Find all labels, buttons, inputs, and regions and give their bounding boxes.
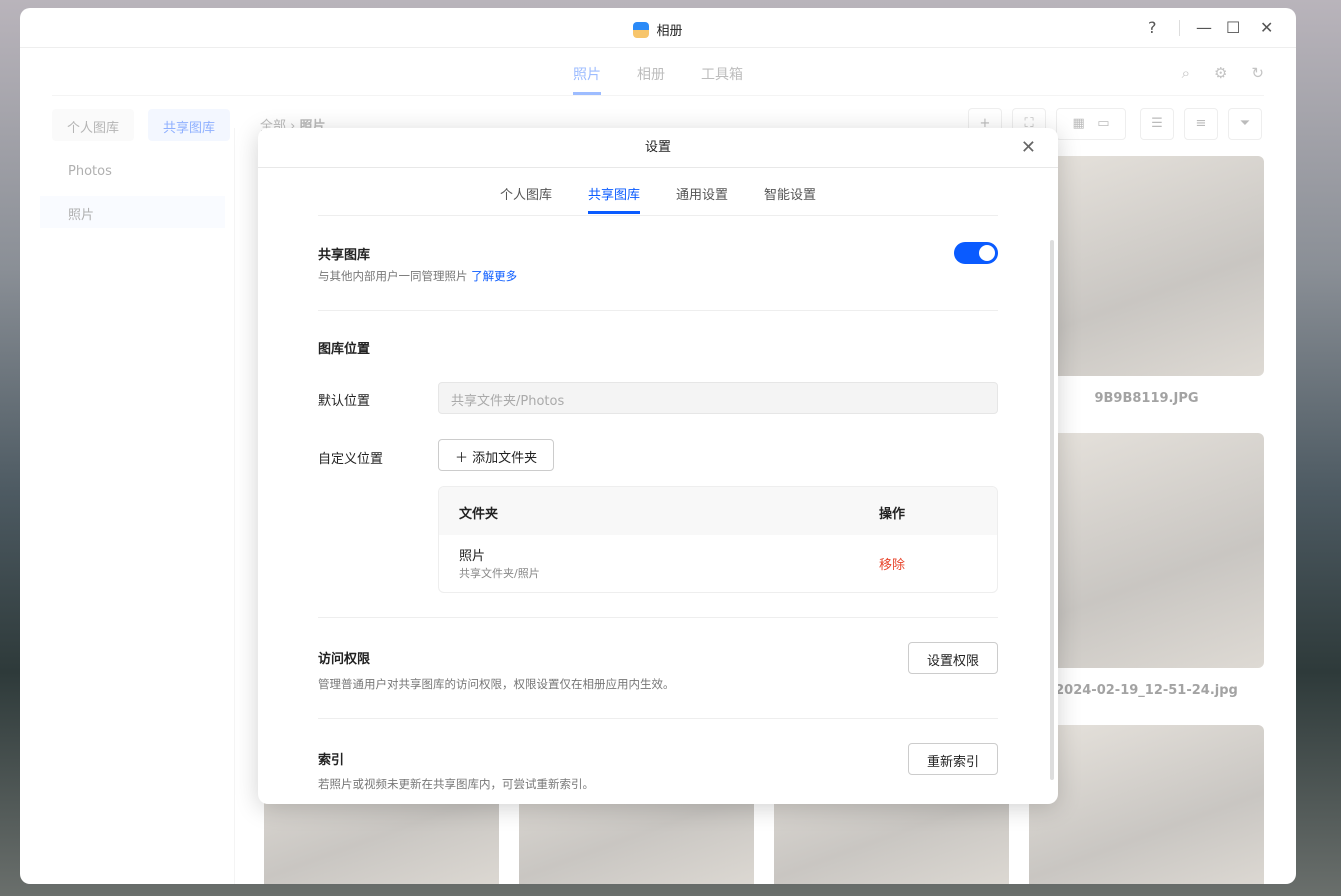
- divider: [52, 95, 1264, 96]
- sidebar-item-photos[interactable]: Photos: [68, 164, 112, 179]
- tab-smart-settings[interactable]: 智能设置: [764, 184, 816, 211]
- access-desc: 管理普通用户对共享图库的访问权限，权限设置仅在相册应用内生效。: [318, 677, 675, 691]
- sidebar: Photos 照片: [20, 128, 235, 884]
- photo-thumbnail[interactable]: [1029, 156, 1264, 376]
- default-location-input[interactable]: 共享文件夹/Photos: [438, 382, 998, 414]
- shared-library-heading: 共享图库: [318, 248, 371, 263]
- top-icons: ⌕ ⚙ ↻: [1158, 64, 1264, 82]
- dialog-header: 设置 ✕: [258, 128, 1058, 168]
- learn-more-link[interactable]: 了解更多: [471, 269, 517, 283]
- photo-caption: 2024-02-19_12-51-24.jpg: [1055, 683, 1238, 698]
- filter-icon[interactable]: ⏷: [1228, 108, 1262, 140]
- divider: [318, 215, 998, 216]
- tab-photos[interactable]: 照片: [573, 64, 601, 95]
- shared-library-desc: 与其他内部用户一同管理照片: [318, 269, 468, 283]
- view-toggle[interactable]: ▦ ▭: [1056, 108, 1126, 140]
- maximize-button[interactable]: ☐: [1226, 18, 1240, 37]
- sidebar-item-label: 照片: [68, 208, 95, 223]
- folder-icon[interactable]: ▭: [1097, 116, 1109, 131]
- close-icon[interactable]: ✕: [1021, 128, 1036, 168]
- custom-location-label: 自定义位置: [318, 452, 384, 467]
- photo-thumbnail[interactable]: [1029, 433, 1264, 668]
- table-row: 照片 共享文件夹/照片 移除: [439, 535, 997, 592]
- set-permissions-button[interactable]: 设置权限: [908, 642, 998, 674]
- app-icon: [633, 22, 650, 38]
- search-icon[interactable]: ⌕: [1182, 64, 1190, 82]
- tab-toolbox[interactable]: 工具箱: [701, 64, 743, 92]
- dialog-title: 设置: [644, 140, 671, 155]
- minimize-button[interactable]: —: [1196, 18, 1212, 37]
- photo-thumbnail[interactable]: [1029, 725, 1264, 884]
- help-button[interactable]: ?: [1148, 18, 1157, 37]
- access-heading: 访问权限: [318, 652, 371, 667]
- grid-icon[interactable]: ▦: [1073, 116, 1085, 131]
- window-title: 相册: [656, 24, 683, 39]
- dialog-tabs: 个人图库 共享图库 通用设置 智能设置: [258, 184, 1058, 214]
- title-bar: 相册 ? — ☐ ✕: [20, 8, 1296, 48]
- remove-button[interactable]: 移除: [879, 554, 905, 573]
- default-location-label: 默认位置: [318, 394, 371, 409]
- sidebar-item-photo-folder[interactable]: 照片: [40, 196, 225, 228]
- tab-personal-library[interactable]: 个人图库: [500, 184, 552, 211]
- divider: [318, 718, 998, 719]
- add-folder-button[interactable]: ＋ 添加文件夹: [438, 439, 555, 471]
- column-header-folder: 文件夹: [459, 507, 499, 522]
- folder-name: 照片: [459, 549, 486, 564]
- refresh-icon[interactable]: ↻: [1251, 64, 1264, 82]
- shared-library-toggle[interactable]: [954, 242, 998, 264]
- add-folder-label: 添加文件夹: [472, 451, 538, 466]
- list-icon[interactable]: ≡: [1184, 108, 1218, 140]
- divider: [318, 617, 998, 618]
- folder-table: 文件夹 操作 照片 共享文件夹/照片 移除: [438, 486, 998, 593]
- column-header-action: 操作: [879, 507, 906, 522]
- plus-icon: ＋: [455, 451, 469, 466]
- settings-dialog: 设置 ✕ 个人图库 共享图库 通用设置 智能设置 共享图库 与其他内部用户一同管理照片 …: [258, 128, 1058, 804]
- photo-caption: 9B9B8119.JPG: [1094, 391, 1199, 406]
- gear-icon[interactable]: ⚙: [1214, 64, 1227, 82]
- reindex-button[interactable]: 重新索引: [908, 743, 998, 775]
- tab-general-settings[interactable]: 通用设置: [676, 184, 728, 211]
- divider: [318, 310, 998, 311]
- tab-albums[interactable]: 相册: [637, 64, 665, 92]
- scrollbar[interactable]: [1050, 240, 1054, 780]
- folder-path: 共享文件夹/照片: [459, 567, 540, 580]
- main-nav: 照片 相册 工具箱: [20, 64, 1296, 95]
- index-desc: 若照片或视频未更新在共享图库内，可尝试重新索引。: [318, 777, 594, 791]
- tab-shared-library[interactable]: 共享图库: [587, 184, 640, 214]
- divider: [1179, 20, 1180, 36]
- sort-icon[interactable]: ☰: [1140, 108, 1174, 140]
- library-location-heading: 图库位置: [318, 342, 371, 357]
- close-button[interactable]: ✕: [1260, 18, 1273, 37]
- index-heading: 索引: [318, 753, 345, 768]
